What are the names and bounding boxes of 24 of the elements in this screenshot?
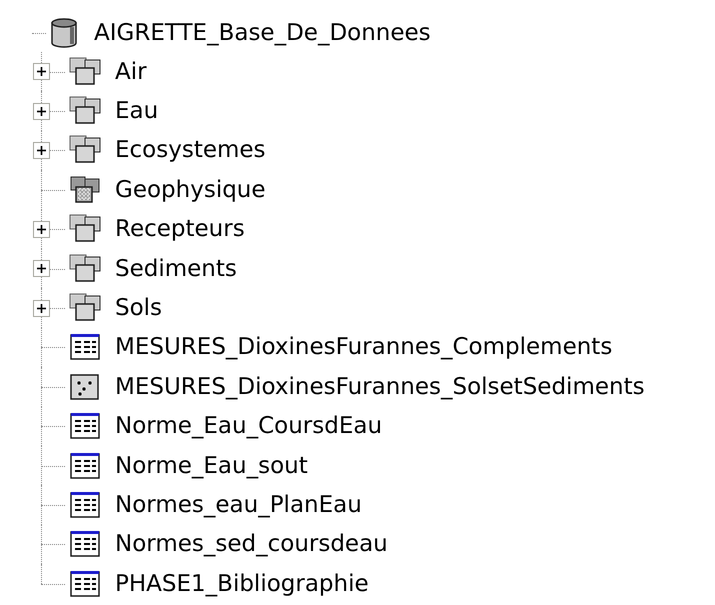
tree-item[interactable]: Eau xyxy=(115,98,158,124)
tree-item[interactable]: Air xyxy=(115,58,147,85)
tree-item[interactable]: PHASE1_Bibliographie xyxy=(115,570,369,597)
tree-item[interactable]: Ecosystemes xyxy=(115,137,266,164)
tree-item[interactable]: AIGRETTE_Base_De_Donnees xyxy=(94,20,431,46)
expand-toggle[interactable] xyxy=(33,102,50,120)
expand-toggle[interactable] xyxy=(33,260,50,278)
database-icon xyxy=(50,18,78,48)
tree-item[interactable]: Recepteurs xyxy=(115,216,245,242)
tree-item[interactable]: Sediments xyxy=(115,256,237,282)
tree-item[interactable]: MESURES_DioxinesFurannes_Complements xyxy=(115,334,612,360)
tree-item[interactable]: MESURES_DioxinesFurannes_SolsetSediments xyxy=(115,374,645,400)
expand-toggle[interactable] xyxy=(33,300,50,317)
tree-item[interactable]: Norme_Eau_CoursdEau xyxy=(115,413,382,440)
expand-toggle[interactable] xyxy=(33,142,50,159)
tree-item[interactable]: Norme_Eau_sout xyxy=(115,452,308,479)
tree-item[interactable]: Sols xyxy=(115,295,162,322)
expand-toggle[interactable] xyxy=(33,220,50,238)
stacked-squares-icon xyxy=(67,56,103,88)
tree-item[interactable]: Geophysique xyxy=(115,176,266,203)
tree-item[interactable]: Normes_eau_PlanEau xyxy=(115,492,362,518)
expand-toggle[interactable] xyxy=(33,63,50,80)
tree-item[interactable]: Normes_sed_coursdeau xyxy=(115,531,388,558)
stacked-squares-icon xyxy=(67,252,103,285)
